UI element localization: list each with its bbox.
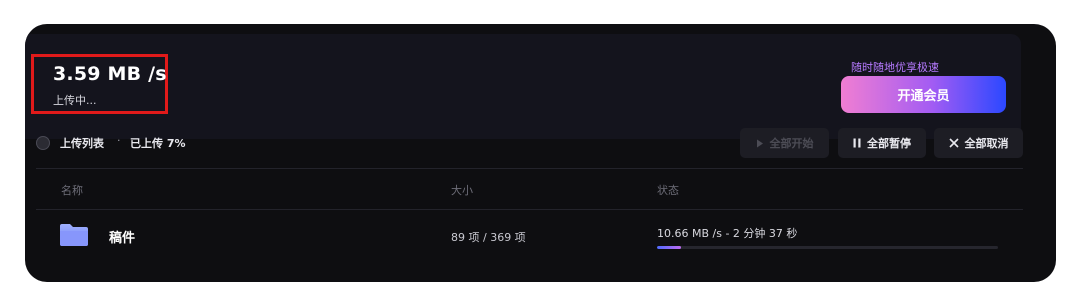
table-row[interactable]: 稿件 89 项 / 369 项 10.66 MB /s - 2 分钟 37 秒	[25, 210, 1056, 262]
list-header: 上传列表 · 已上传 7% 全部开始 全部暂停 全部取消	[25, 128, 1056, 158]
column-status: 状态	[657, 184, 679, 197]
progress-bar	[657, 246, 998, 249]
start-all-label: 全部开始	[769, 137, 814, 150]
promo-text: 随时随地优享极速	[851, 61, 939, 74]
progress-fill	[657, 246, 681, 249]
transfer-status: 10.66 MB /s - 2 分钟 37 秒	[657, 227, 798, 240]
pause-icon	[853, 138, 861, 148]
upload-status: 上传中...	[53, 94, 97, 107]
start-all-button[interactable]: 全部开始	[740, 128, 829, 158]
play-icon	[756, 139, 764, 148]
vip-button[interactable]: 开通会员	[841, 76, 1006, 113]
close-icon	[948, 138, 959, 148]
select-all-radio[interactable]	[36, 136, 50, 150]
folder-icon	[59, 223, 89, 251]
column-size: 大小	[451, 184, 473, 197]
header-divider	[36, 168, 1023, 169]
pause-all-button[interactable]: 全部暂停	[838, 128, 926, 158]
column-name: 名称	[61, 184, 83, 197]
speed-banner: 3.59 MB /s 上传中... 随时随地优享极速 开通会员	[25, 34, 1021, 139]
file-size: 89 项 / 369 项	[451, 231, 526, 244]
uploaded-percent: 已上传 7%	[130, 137, 186, 150]
pause-all-label: 全部暂停	[867, 137, 911, 150]
file-name: 稿件	[109, 231, 136, 246]
upload-window: 3.59 MB /s 上传中... 随时随地优享极速 开通会员 上传列表 · 已…	[25, 24, 1056, 282]
cancel-all-button[interactable]: 全部取消	[934, 128, 1023, 158]
separator-dot: ·	[117, 134, 121, 147]
upload-list-title: 上传列表	[60, 137, 104, 150]
upload-speed: 3.59 MB /s	[53, 63, 167, 85]
cancel-all-label: 全部取消	[964, 137, 1009, 150]
